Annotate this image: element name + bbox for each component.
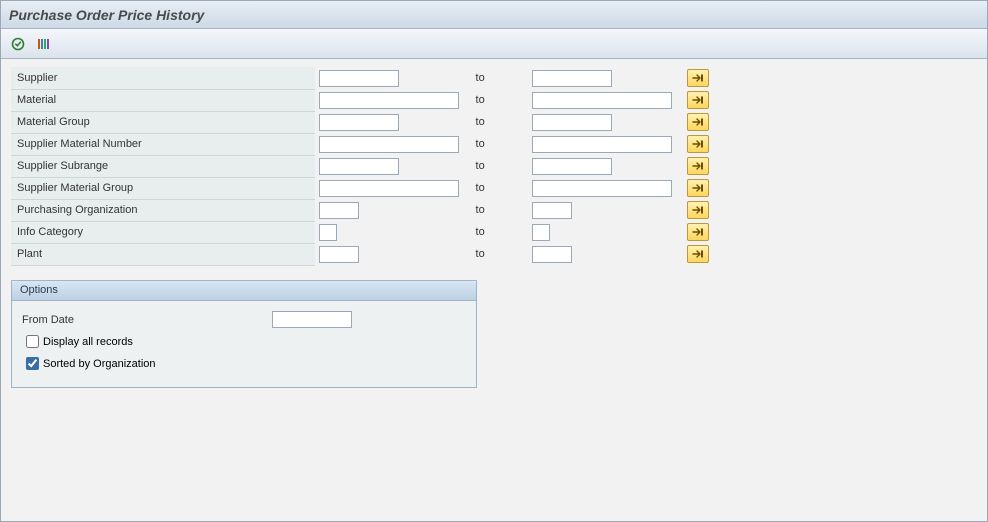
label-plant: Plant — [17, 248, 42, 260]
supplier-material-number-multiselect-button[interactable] — [687, 135, 709, 153]
display-all-checkbox[interactable] — [26, 335, 39, 348]
label-info-category: Info Category — [17, 226, 83, 238]
row-supplier-material-number: Supplier Material Number to — [11, 133, 711, 155]
supplier-subrange-to-input[interactable] — [532, 158, 612, 175]
arrow-right-icon — [692, 139, 704, 149]
info-category-to-input[interactable] — [532, 224, 550, 241]
from-date-label: From Date — [22, 314, 272, 326]
option-display-all-row: Display all records — [22, 331, 466, 353]
to-label: to — [476, 72, 485, 84]
options-body: From Date Display all records Sorted by … — [12, 301, 476, 387]
arrow-right-icon — [692, 73, 704, 83]
supplier-material-group-multiselect-button[interactable] — [687, 179, 709, 197]
to-label: to — [476, 94, 485, 106]
variants-button[interactable] — [33, 34, 55, 54]
execute-button[interactable] — [7, 34, 29, 54]
material-multiselect-button[interactable] — [687, 91, 709, 109]
purchasing-organization-multiselect-button[interactable] — [687, 201, 709, 219]
options-title: Options — [12, 281, 476, 301]
label-supplier: Supplier — [17, 72, 57, 84]
selection-screen: Supplier to Material to — [1, 59, 987, 521]
arrow-right-icon — [692, 227, 704, 237]
info-category-from-input[interactable] — [319, 224, 337, 241]
row-supplier-subrange: Supplier Subrange to — [11, 155, 711, 177]
app-window: Purchase Order Price History Supplier — [0, 0, 988, 522]
to-label: to — [476, 248, 485, 260]
label-supplier-material-group: Supplier Material Group — [17, 182, 133, 194]
arrow-right-icon — [692, 249, 704, 259]
to-label: to — [476, 160, 485, 172]
row-plant: Plant to — [11, 243, 711, 265]
row-material-group: Material Group to — [11, 111, 711, 133]
label-purchasing-organization: Purchasing Organization — [17, 204, 137, 216]
purchasing-organization-from-input[interactable] — [319, 202, 359, 219]
label-supplier-material-number: Supplier Material Number — [17, 138, 142, 150]
supplier-material-number-to-input[interactable] — [532, 136, 672, 153]
plant-to-input[interactable] — [532, 246, 572, 263]
option-from-date-row: From Date — [22, 309, 466, 331]
display-all-label[interactable]: Display all records — [43, 336, 133, 348]
supplier-from-input[interactable] — [319, 70, 399, 87]
material-group-to-input[interactable] — [532, 114, 612, 131]
to-label: to — [476, 116, 485, 128]
row-info-category: Info Category to — [11, 221, 711, 243]
supplier-material-group-from-input[interactable] — [319, 180, 459, 197]
plant-multiselect-button[interactable] — [687, 245, 709, 263]
supplier-to-input[interactable] — [532, 70, 612, 87]
to-label: to — [476, 204, 485, 216]
plant-from-input[interactable] — [319, 246, 359, 263]
row-supplier: Supplier to — [11, 67, 711, 89]
page-title-bar: Purchase Order Price History — [1, 1, 987, 29]
options-groupbox: Options From Date Display all records So… — [11, 280, 477, 388]
option-sorted-by-org-row: Sorted by Organization — [22, 353, 466, 375]
page-title: Purchase Order Price History — [9, 7, 204, 23]
label-supplier-subrange: Supplier Subrange — [17, 160, 108, 172]
label-material-group: Material Group — [17, 116, 90, 128]
arrow-right-icon — [692, 117, 704, 127]
selection-table: Supplier to Material to — [11, 67, 711, 266]
material-group-from-input[interactable] — [319, 114, 399, 131]
arrow-right-icon — [692, 183, 704, 193]
supplier-subrange-from-input[interactable] — [319, 158, 399, 175]
supplier-material-number-from-input[interactable] — [319, 136, 459, 153]
supplier-multiselect-button[interactable] — [687, 69, 709, 87]
info-category-multiselect-button[interactable] — [687, 223, 709, 241]
to-label: to — [476, 182, 485, 194]
from-date-input[interactable] — [272, 311, 352, 328]
material-to-input[interactable] — [532, 92, 672, 109]
material-from-input[interactable] — [319, 92, 459, 109]
label-material: Material — [17, 94, 56, 106]
execute-icon — [11, 37, 25, 51]
row-material: Material to — [11, 89, 711, 111]
supplier-material-group-to-input[interactable] — [532, 180, 672, 197]
row-supplier-material-group: Supplier Material Group to — [11, 177, 711, 199]
app-toolbar — [1, 29, 987, 59]
arrow-right-icon — [692, 161, 704, 171]
variants-icon — [37, 37, 51, 51]
to-label: to — [476, 138, 485, 150]
options-title-label: Options — [20, 284, 58, 296]
material-group-multiselect-button[interactable] — [687, 113, 709, 131]
sorted-by-org-checkbox[interactable] — [26, 357, 39, 370]
supplier-subrange-multiselect-button[interactable] — [687, 157, 709, 175]
row-purchasing-organization: Purchasing Organization to — [11, 199, 711, 221]
sorted-by-org-label[interactable]: Sorted by Organization — [43, 358, 156, 370]
arrow-right-icon — [692, 205, 704, 215]
purchasing-organization-to-input[interactable] — [532, 202, 572, 219]
to-label: to — [476, 226, 485, 238]
arrow-right-icon — [692, 95, 704, 105]
